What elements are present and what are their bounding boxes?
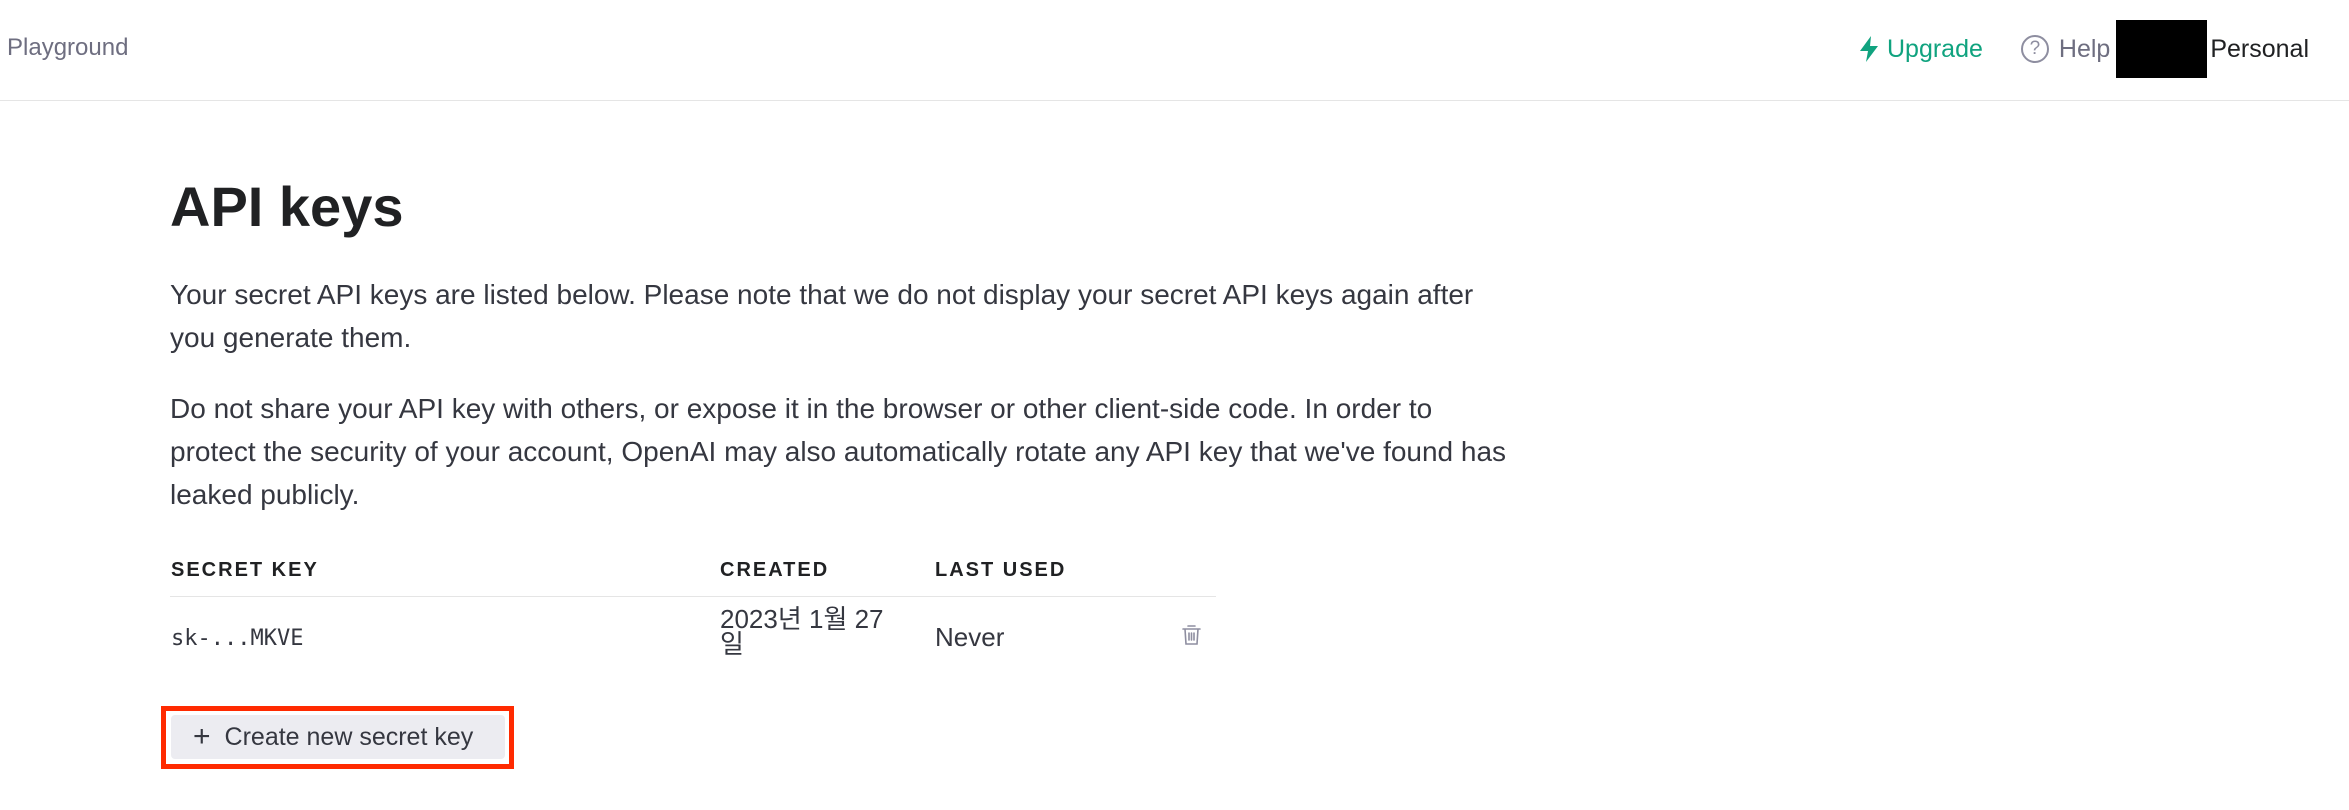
secret-key-value: sk-...MKVE (171, 626, 304, 651)
bolt-icon (1860, 36, 1878, 62)
last-used-value: Never (935, 622, 1005, 652)
nav-playground-link[interactable]: Playground (7, 33, 128, 63)
help-circle-icon: ? (2020, 35, 2049, 63)
create-new-secret-key-button[interactable]: + Create new secret key (171, 715, 505, 759)
upgrade-link[interactable]: Upgrade (1859, 35, 1983, 64)
organization-switcher[interactable]: Personal (2210, 35, 2309, 64)
page-title: API keys (170, 175, 404, 238)
trash-icon[interactable] (1182, 624, 1201, 651)
help-link[interactable]: ? Help (2020, 34, 2111, 64)
upgrade-label: Upgrade (1887, 34, 1983, 63)
redacted-avatar (2116, 20, 2208, 78)
api-keys-table: SECRET KEY CREATED LAST USED sk-...MKVE … (170, 552, 1216, 657)
table-header: SECRET KEY CREATED LAST USED (170, 552, 1216, 597)
plus-icon: + (193, 720, 211, 753)
column-header-last-used: LAST USED (935, 559, 1067, 581)
create-button-label: Create new secret key (224, 722, 474, 751)
security-notice-paragraph: Do not share your API key with others, o… (170, 393, 1507, 510)
top-navigation-bar: Playground Upgrade ? Help Personal (0, 0, 2349, 101)
column-header-created: CREATED (720, 559, 830, 581)
help-label: Help (2058, 34, 2111, 63)
created-date: 2023년 1월 27일 (720, 604, 884, 659)
column-header-secret-key: SECRET KEY (171, 559, 319, 581)
nav-right-group: Upgrade ? Help Personal (1859, 20, 2309, 78)
description-paragraph: Your secret API keys are listed below. P… (170, 279, 1474, 353)
